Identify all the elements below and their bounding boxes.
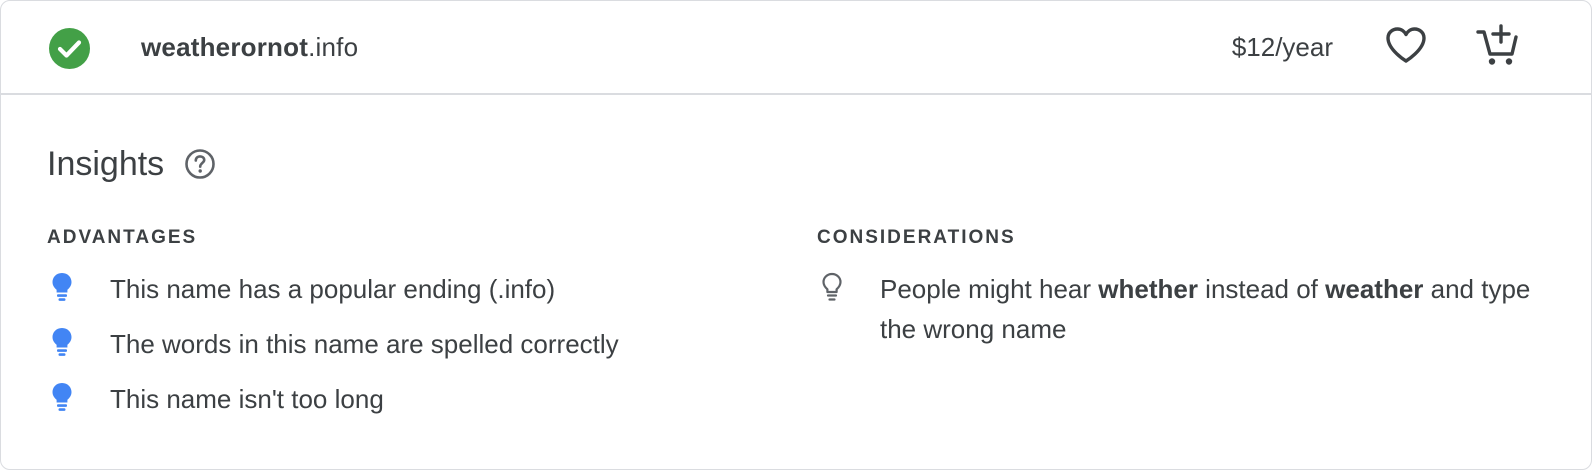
advantage-text: This name isn't too long [110,384,384,414]
advantages-list: This name has a popular ending (.info) T… [47,269,747,434]
advantage-item: The words in this name are spelled corre… [47,324,747,379]
consideration-item: People might hear whether instead of wea… [817,269,1537,349]
consideration-text-part: People might hear [880,274,1099,304]
favorite-button[interactable] [1382,23,1430,71]
check-circle-icon [49,28,90,69]
add-to-cart-button[interactable] [1474,23,1522,71]
consideration-bold-word: weather [1325,274,1424,304]
advantage-text: This name has a popular ending (.info) [110,274,556,304]
advantage-item: This name has a popular ending (.info) [47,269,747,324]
considerations-list: People might hear whether instead of wea… [817,269,1537,349]
domain-name: weatherornot.info [141,31,358,63]
domain-price: $12/year [1231,32,1333,62]
considerations-heading: CONSIDERATIONS [817,227,1016,248]
lightbulb-filled-icon [47,326,77,358]
domain-sld: weatherornot [141,32,309,62]
help-circle-icon[interactable] [184,148,216,180]
consideration-text-part: instead of [1197,274,1326,304]
advantage-item: This name isn't too long [47,379,747,434]
consideration-text: People might hear whether instead of wea… [880,274,1530,344]
lightbulb-outline-icon [817,271,847,303]
insights-header: Insights [47,143,216,185]
lightbulb-filled-icon [47,381,77,413]
advantages-heading: ADVANTAGES [47,227,198,248]
consideration-bold-word: whether [1098,274,1198,304]
domain-header-row: weatherornot.info $12/year [1,1,1591,95]
domain-result-card: weatherornot.info $12/year Insights ADVA… [0,0,1592,470]
insights-title: Insights [47,145,165,183]
add-shopping-cart-icon [1475,23,1521,72]
advantage-text: The words in this name are spelled corre… [110,329,619,359]
lightbulb-filled-icon [47,271,77,303]
domain-tld: .info [308,32,359,62]
heart-outline-icon [1384,25,1428,70]
